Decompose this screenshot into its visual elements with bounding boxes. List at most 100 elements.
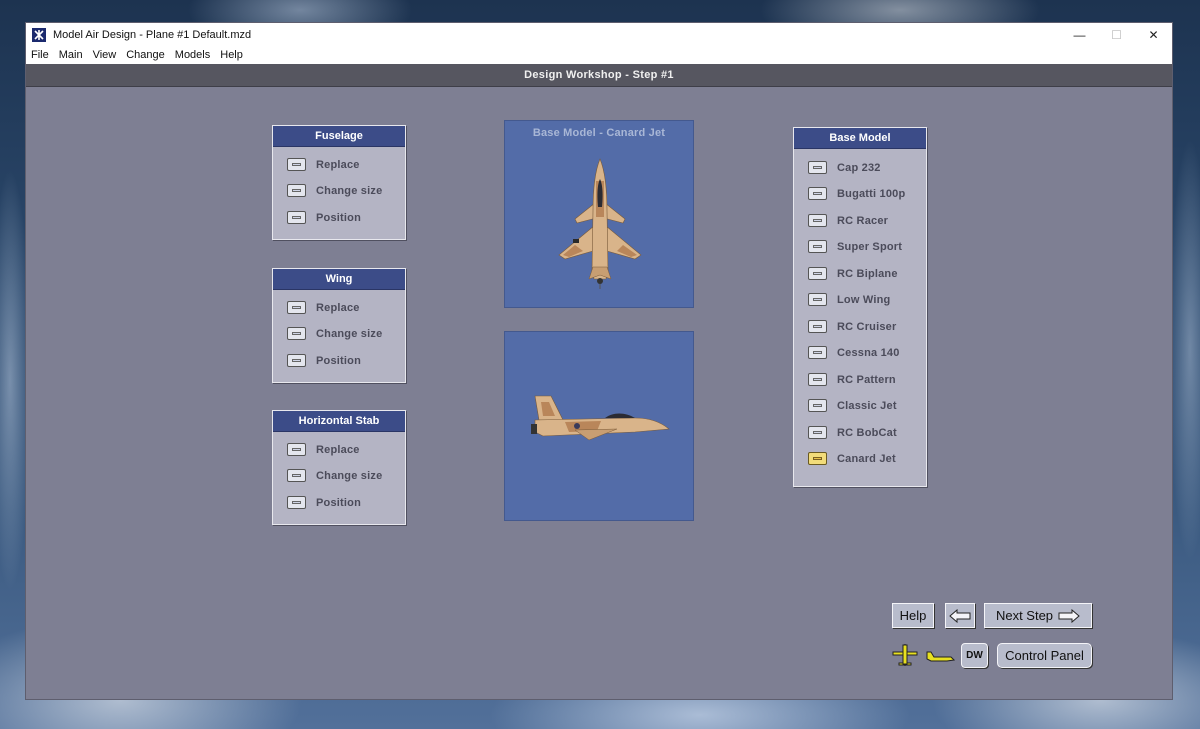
side-view-preview: [504, 331, 694, 521]
help-button[interactable]: Help: [892, 603, 934, 628]
arrow-left-icon: [949, 608, 971, 623]
option-button-selected[interactable]: [808, 452, 827, 465]
option-label: Change size: [316, 184, 383, 197]
menu-view[interactable]: View: [93, 49, 117, 61]
app-window: Model Air Design - Plane #1 Default.mzd …: [25, 22, 1173, 700]
help-button-label: Help: [899, 608, 927, 623]
jet-top-view-image: [558, 158, 642, 289]
title-bar: Model Air Design - Plane #1 Default.mzd …: [26, 23, 1172, 46]
menu-bar: File Main View Change Models Help: [26, 46, 1172, 64]
top-view-preview: Base Model - Canard Jet: [504, 120, 694, 308]
model-option-selected[interactable]: Canard Jet: [808, 452, 896, 465]
control-panel-button[interactable]: Control Panel: [997, 643, 1092, 668]
step-header: Design Workshop - Step #1: [26, 64, 1172, 87]
option-button[interactable]: [287, 158, 306, 171]
next-step-label: Next Step: [995, 608, 1054, 623]
model-label: Classic Jet: [837, 399, 897, 412]
option-button[interactable]: [287, 211, 306, 224]
jet-side-view-image: [531, 395, 670, 441]
model-label: Cap 232: [837, 161, 881, 174]
option-button[interactable]: [287, 354, 306, 367]
wing-panel-title: Wing: [273, 269, 405, 290]
yellow-plane-top-icon[interactable]: [891, 643, 919, 667]
model-label: Canard Jet: [837, 452, 896, 465]
fuselage-panel: Fuselage Replace Change size Position: [272, 125, 406, 240]
option-label: Replace: [316, 301, 360, 314]
menu-models[interactable]: Models: [175, 49, 210, 61]
model-option[interactable]: RC Cruiser: [808, 320, 896, 333]
option-button[interactable]: [808, 320, 827, 333]
model-option[interactable]: RC Biplane: [808, 267, 898, 280]
option-button[interactable]: [808, 187, 827, 200]
fuselage-replace-option[interactable]: Replace: [287, 158, 360, 171]
yellow-plane-side-icon[interactable]: [925, 649, 955, 665]
maximize-button[interactable]: ☐: [1098, 23, 1135, 46]
fuselage-position-option[interactable]: Position: [287, 211, 361, 224]
model-option[interactable]: RC Racer: [808, 214, 888, 227]
model-option[interactable]: Cessna 140: [808, 346, 900, 359]
option-button[interactable]: [808, 293, 827, 306]
hstab-replace-option[interactable]: Replace: [287, 443, 360, 456]
model-option[interactable]: Cap 232: [808, 161, 881, 174]
model-option[interactable]: Classic Jet: [808, 399, 897, 412]
option-button[interactable]: [808, 267, 827, 280]
arrow-right-icon: [1058, 608, 1080, 623]
option-button[interactable]: [287, 327, 306, 340]
option-label: Position: [316, 211, 361, 224]
option-button[interactable]: [287, 496, 306, 509]
wing-panel: Wing Replace Change size Position: [272, 268, 406, 383]
next-step-button[interactable]: Next Step: [984, 603, 1092, 628]
dw-button[interactable]: DW: [961, 643, 988, 668]
control-panel-label: Control Panel: [1005, 648, 1084, 663]
model-option[interactable]: Bugatti 100p: [808, 187, 905, 200]
model-option[interactable]: RC BobCat: [808, 426, 897, 439]
hstab-change-size-option[interactable]: Change size: [287, 469, 382, 482]
option-label: Change size: [316, 327, 383, 340]
base-model-panel-title: Base Model: [794, 128, 926, 149]
option-button[interactable]: [808, 161, 827, 174]
model-label: RC Pattern: [837, 373, 896, 386]
option-button[interactable]: [808, 373, 827, 386]
base-model-panel: Base Model Cap 232 Bugatti 100p RC Racer…: [793, 127, 927, 487]
fuselage-change-size-option[interactable]: Change size: [287, 184, 382, 197]
wing-change-size-option[interactable]: Change size: [287, 327, 382, 340]
menu-main[interactable]: Main: [59, 49, 83, 61]
option-button[interactable]: [287, 301, 306, 314]
option-button[interactable]: [808, 426, 827, 439]
model-label: Cessna 140: [837, 346, 900, 359]
option-button[interactable]: [808, 214, 827, 227]
option-label: Position: [316, 354, 361, 367]
option-label: Replace: [316, 158, 360, 171]
option-button[interactable]: [808, 346, 827, 359]
wing-position-option[interactable]: Position: [287, 354, 361, 367]
option-label: Replace: [316, 443, 360, 456]
model-label: RC BobCat: [837, 426, 897, 439]
option-button[interactable]: [287, 443, 306, 456]
option-label: Change size: [316, 469, 383, 482]
model-label: RC Racer: [837, 214, 889, 227]
hstab-panel-title: Horizontal Stab: [273, 411, 405, 432]
option-button[interactable]: [287, 184, 306, 197]
menu-file[interactable]: File: [31, 49, 49, 61]
step-title: Design Workshop - Step #1: [524, 69, 674, 81]
option-button[interactable]: [808, 399, 827, 412]
model-label: Bugatti 100p: [837, 187, 906, 200]
app-logo-icon: [32, 27, 46, 42]
fuselage-panel-title: Fuselage: [273, 126, 405, 147]
menu-change[interactable]: Change: [126, 49, 165, 61]
menu-help[interactable]: Help: [220, 49, 243, 61]
back-button[interactable]: [945, 603, 975, 628]
model-option[interactable]: Super Sport: [808, 240, 902, 253]
hstab-position-option[interactable]: Position: [287, 496, 361, 509]
close-button[interactable]: ✕: [1135, 23, 1172, 46]
wing-replace-option[interactable]: Replace: [287, 301, 360, 314]
hstab-panel: Horizontal Stab Replace Change size Posi…: [272, 410, 406, 525]
option-label: Position: [316, 496, 361, 509]
model-option[interactable]: Low Wing: [808, 293, 890, 306]
option-button[interactable]: [808, 240, 827, 253]
model-label: RC Biplane: [837, 267, 898, 280]
model-option[interactable]: RC Pattern: [808, 373, 896, 386]
model-label: RC Cruiser: [837, 320, 897, 333]
minimize-button[interactable]: —: [1061, 23, 1098, 46]
option-button[interactable]: [287, 469, 306, 482]
